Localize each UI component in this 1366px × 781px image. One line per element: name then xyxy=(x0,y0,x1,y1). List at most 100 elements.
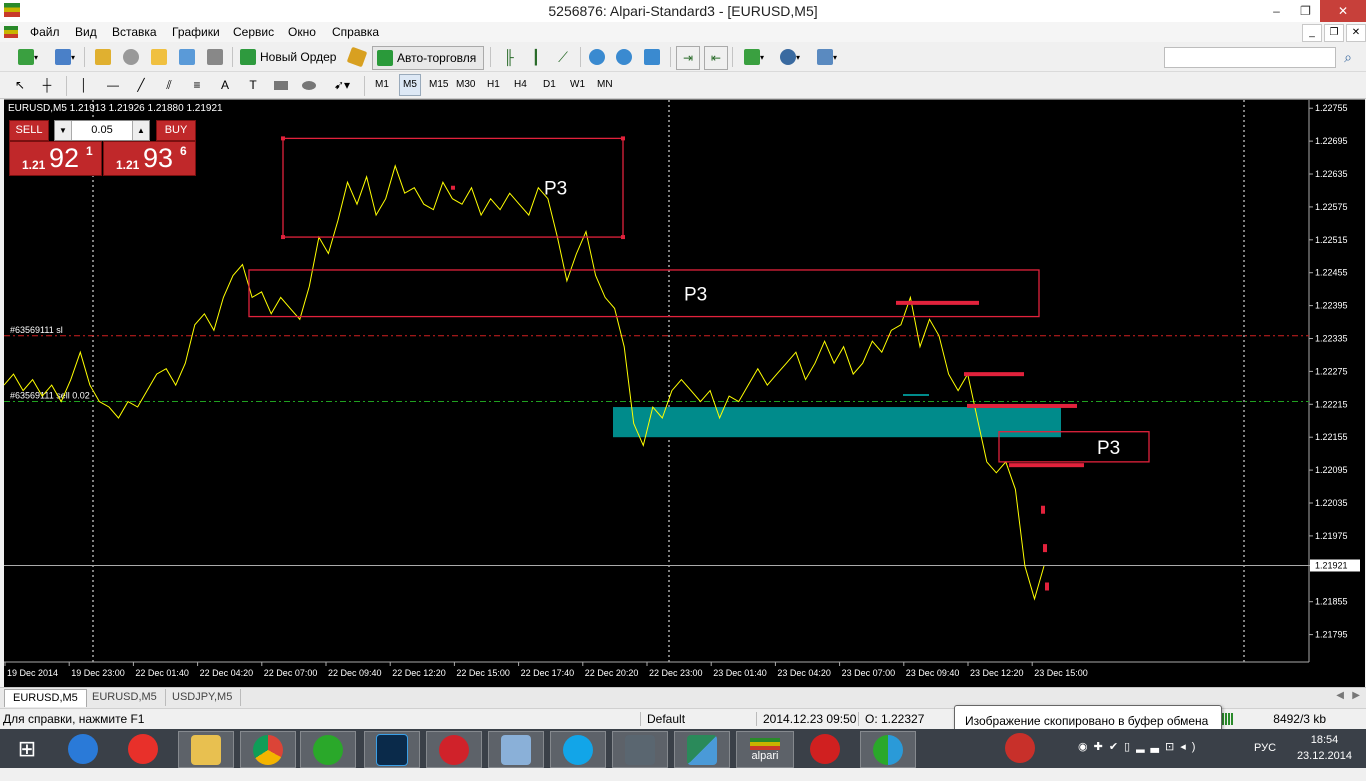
taskbar-cs[interactable] xyxy=(612,731,668,768)
tray-app-icon[interactable] xyxy=(1005,733,1043,772)
indicators-icon xyxy=(743,49,760,65)
menu-help[interactable]: Справка xyxy=(332,25,379,39)
mdi-close-button[interactable]: ✕ xyxy=(1346,24,1366,42)
taskbar-app2[interactable] xyxy=(798,731,852,766)
sell-button[interactable]: SELL xyxy=(9,120,49,141)
close-button[interactable]: ✕ xyxy=(1320,0,1366,22)
taskbar-app[interactable] xyxy=(674,731,730,768)
doc-icon xyxy=(4,26,18,38)
taskbar-photoshop[interactable] xyxy=(364,731,420,768)
arrows-tool[interactable]: ➹▾ xyxy=(326,74,358,96)
chart-shift-button[interactable]: ⇤ xyxy=(704,46,728,70)
vertical-line-icon: │ xyxy=(80,78,88,92)
templates-button[interactable]: ▾ xyxy=(810,46,844,68)
fibonacci-tool[interactable]: ≡ xyxy=(186,74,208,96)
ellipse-tool[interactable] xyxy=(298,74,320,96)
taskbar-mailru[interactable] xyxy=(300,731,356,768)
candles-button[interactable]: ┃ xyxy=(525,46,547,68)
taskbar-opera[interactable] xyxy=(426,731,482,768)
taskbar-explorer[interactable] xyxy=(178,731,234,768)
taskbar-alpari[interactable]: alpari xyxy=(736,731,794,768)
horizontal-line-tool[interactable]: — xyxy=(102,74,124,96)
menu-tools[interactable]: Сервис xyxy=(233,25,274,39)
buy-button[interactable]: BUY xyxy=(156,120,196,141)
menu-insert[interactable]: Вставка xyxy=(112,25,157,39)
price-tick-label: 1.22395 xyxy=(1315,301,1348,311)
menu-view[interactable]: Вид xyxy=(75,25,97,39)
tester-button[interactable] xyxy=(204,46,226,68)
auto-scroll-button[interactable]: ⇥ xyxy=(676,46,700,70)
tile-icon xyxy=(644,49,660,65)
menu-charts[interactable]: Графики xyxy=(172,25,220,39)
chart-window[interactable]: 1.22755 1.22695 1.22635 1.22575 1.22515 1.224… xyxy=(3,99,1365,687)
mdi-restore-button[interactable]: ❐ xyxy=(1324,24,1344,42)
navigator-button[interactable] xyxy=(120,46,142,68)
lot-decrease-button[interactable]: ▼ xyxy=(55,121,72,140)
tester-icon xyxy=(207,49,223,65)
tabs-scroll-left-button[interactable]: ◀ xyxy=(1336,690,1344,701)
tab-eurusd-m5-1[interactable]: EURUSD,M5 xyxy=(4,689,87,707)
indicators-button[interactable]: ▾ xyxy=(738,46,770,68)
price-tick-label: 1.22335 xyxy=(1315,334,1348,344)
maximize-button[interactable]: ❐ xyxy=(1291,0,1320,22)
line-chart-button[interactable]: ⟋ xyxy=(552,46,574,68)
tf-h4[interactable]: H4 xyxy=(511,75,530,95)
metaeditor-button[interactable] xyxy=(346,46,368,68)
taskbar-idm[interactable] xyxy=(860,731,916,768)
crosshair-tool[interactable]: ┼ xyxy=(36,74,58,96)
tile-windows-button[interactable] xyxy=(641,46,663,68)
tf-m30[interactable]: M30 xyxy=(453,75,478,95)
trendline-tool[interactable]: ╱ xyxy=(130,74,152,96)
clock[interactable]: 18:54 23.12.2014 xyxy=(1297,732,1352,764)
profiles-button[interactable]: ▾ xyxy=(50,46,80,68)
taskbar-yandex[interactable] xyxy=(116,731,170,766)
taskbar-ie[interactable] xyxy=(56,731,110,766)
tf-m1[interactable]: M1 xyxy=(372,75,392,95)
box-handle xyxy=(621,235,625,240)
search-input[interactable] xyxy=(1164,47,1336,68)
market-watch-button[interactable] xyxy=(92,46,114,68)
language-indicator[interactable]: РУС xyxy=(1254,742,1276,781)
tab-eurusd-m5-2[interactable]: EURUSD,M5 xyxy=(84,689,166,706)
lot-increase-button[interactable]: ▲ xyxy=(132,121,149,140)
tf-m15[interactable]: M15 xyxy=(426,75,451,95)
auto-trading-button[interactable]: Авто-торговля xyxy=(372,46,484,70)
menu-file[interactable]: Файл xyxy=(30,25,60,39)
taskbar-keyboard[interactable] xyxy=(488,731,544,768)
text-tool[interactable]: A xyxy=(214,74,236,96)
price-chart[interactable]: 1.22755 1.22695 1.22635 1.22575 1.22515 1.224… xyxy=(3,100,1365,687)
traffic-counter: 8492/3 kb xyxy=(1273,712,1326,726)
start-button[interactable]: ⊞ xyxy=(0,731,54,766)
taskbar-skype[interactable] xyxy=(550,731,606,768)
tf-d1[interactable]: D1 xyxy=(540,75,559,95)
time-tick-label: 22 Dec 12:20 xyxy=(392,668,446,678)
tabs-scroll-right-button[interactable]: ▶ xyxy=(1352,690,1360,701)
favorites-button[interactable] xyxy=(148,46,170,68)
menu-window[interactable]: Окно xyxy=(288,25,316,39)
tray-icons[interactable]: ◉✚✔▯▂▃⊡◂) xyxy=(1078,740,1218,779)
bar-chart-button[interactable]: ╟ xyxy=(498,46,520,68)
lot-size-input[interactable]: ▼ 0.05 ▲ xyxy=(54,120,150,141)
tf-h1[interactable]: H1 xyxy=(484,75,503,95)
channel-tool[interactable]: ⫽ xyxy=(158,74,180,96)
rectangle-tool[interactable] xyxy=(270,74,292,96)
tab-usdjpy-m5[interactable]: USDJPY,M5 xyxy=(164,689,242,706)
taskbar-chrome[interactable] xyxy=(240,731,296,768)
new-chart-button[interactable]: ▾ xyxy=(8,46,48,68)
cursor-tool[interactable]: ↖ xyxy=(10,74,30,96)
search-icon[interactable]: ⌕ xyxy=(1340,46,1356,68)
ask-price-button[interactable]: 1.21 93 6 xyxy=(103,141,196,176)
minimize-button[interactable]: – xyxy=(1262,0,1291,22)
tf-mn[interactable]: MN xyxy=(594,75,616,95)
mdi-minimize-button[interactable]: _ xyxy=(1302,24,1322,42)
text-label-tool[interactable]: T xyxy=(242,74,264,96)
bid-price-button[interactable]: 1.21 92 1 xyxy=(9,141,102,176)
vertical-line-tool[interactable]: │ xyxy=(74,74,94,96)
tf-m5[interactable]: M5 xyxy=(399,74,421,96)
terminal-button[interactable] xyxy=(176,46,198,68)
periods-button[interactable]: ▾ xyxy=(774,46,806,68)
tf-w1[interactable]: W1 xyxy=(567,75,588,95)
new-order-button[interactable]: Новый Ордер xyxy=(240,46,342,68)
zoom-out-button[interactable] xyxy=(613,46,635,68)
zoom-in-button[interactable] xyxy=(586,46,608,68)
